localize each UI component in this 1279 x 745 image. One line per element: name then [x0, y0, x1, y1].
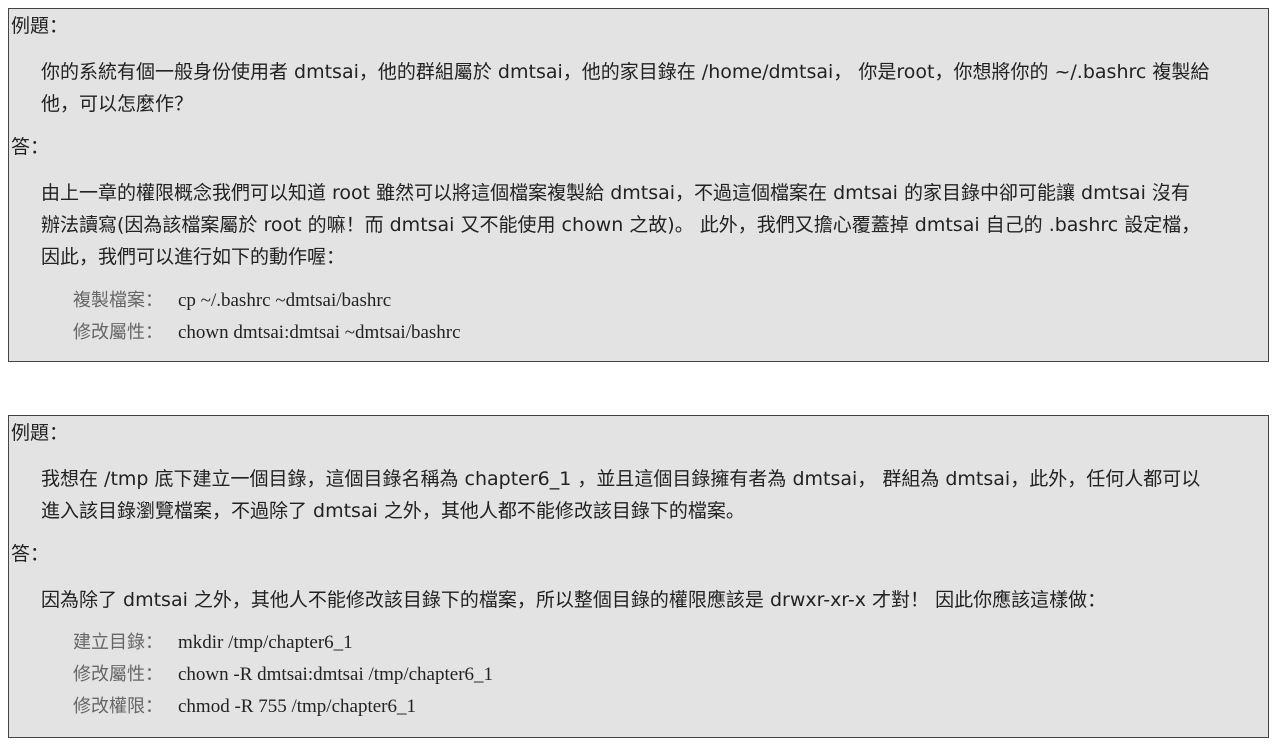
answer-label: 答：: [11, 543, 50, 565]
question-line-2: 進入該目錄瀏覽檔案，不過除了 dmtsai 之外，其他人都不能修改該目錄下的檔案…: [41, 500, 745, 522]
answer-line-1: 由上一章的權限概念我們可以知道 root 雖然可以將這個檔案複製給 dmtsai…: [41, 182, 1190, 204]
command-label: 修改屬性：: [73, 322, 163, 343]
example-box-1: 例題： 你的系統有個一般身份使用者 dmtsai，他的群組屬於 dmtsai，他…: [8, 8, 1269, 362]
command-text: chown dmtsai:dmtsai ~dmtsai/bashrc: [178, 322, 461, 343]
example-box-2: 例題： 我想在 /tmp 底下建立一個目錄，這個目錄名稱為 chapter6_1…: [8, 415, 1269, 738]
command-text: mkdir /tmp/chapter6_1: [178, 632, 353, 653]
question-line-1: 我想在 /tmp 底下建立一個目錄，這個目錄名稱為 chapter6_1 ，並且…: [41, 468, 1201, 490]
question-label: 例題：: [11, 15, 69, 37]
command-label: 修改權限：: [73, 696, 163, 717]
command-label: 複製檔案：: [73, 290, 163, 311]
question-label: 例題：: [11, 422, 69, 444]
command-text: chmod -R 755 /tmp/chapter6_1: [178, 696, 416, 717]
command-text: chown -R dmtsai:dmtsai /tmp/chapter6_1: [178, 664, 494, 685]
answer-line-3: 因此，我們可以進行如下的動作喔：: [41, 246, 346, 268]
question-line-1: 你的系統有個一般身份使用者 dmtsai，他的群組屬於 dmtsai，他的家目錄…: [41, 61, 1210, 83]
answer-line-1: 因為除了 dmtsai 之外，其他人不能修改該目錄下的檔案，所以整個目錄的權限應…: [41, 589, 1107, 611]
answer-label: 答：: [11, 136, 50, 158]
answer-line-2: 辦法讀寫(因為該檔案屬於 root 的嘛！而 dmtsai 又不能使用 chow…: [41, 214, 1201, 236]
command-label: 建立目錄：: [73, 632, 163, 653]
question-line-2: 他，可以怎麼作？: [41, 93, 194, 115]
command-text: cp ~/.bashrc ~dmtsai/bashrc: [178, 290, 392, 311]
command-label: 修改屬性：: [73, 664, 163, 685]
